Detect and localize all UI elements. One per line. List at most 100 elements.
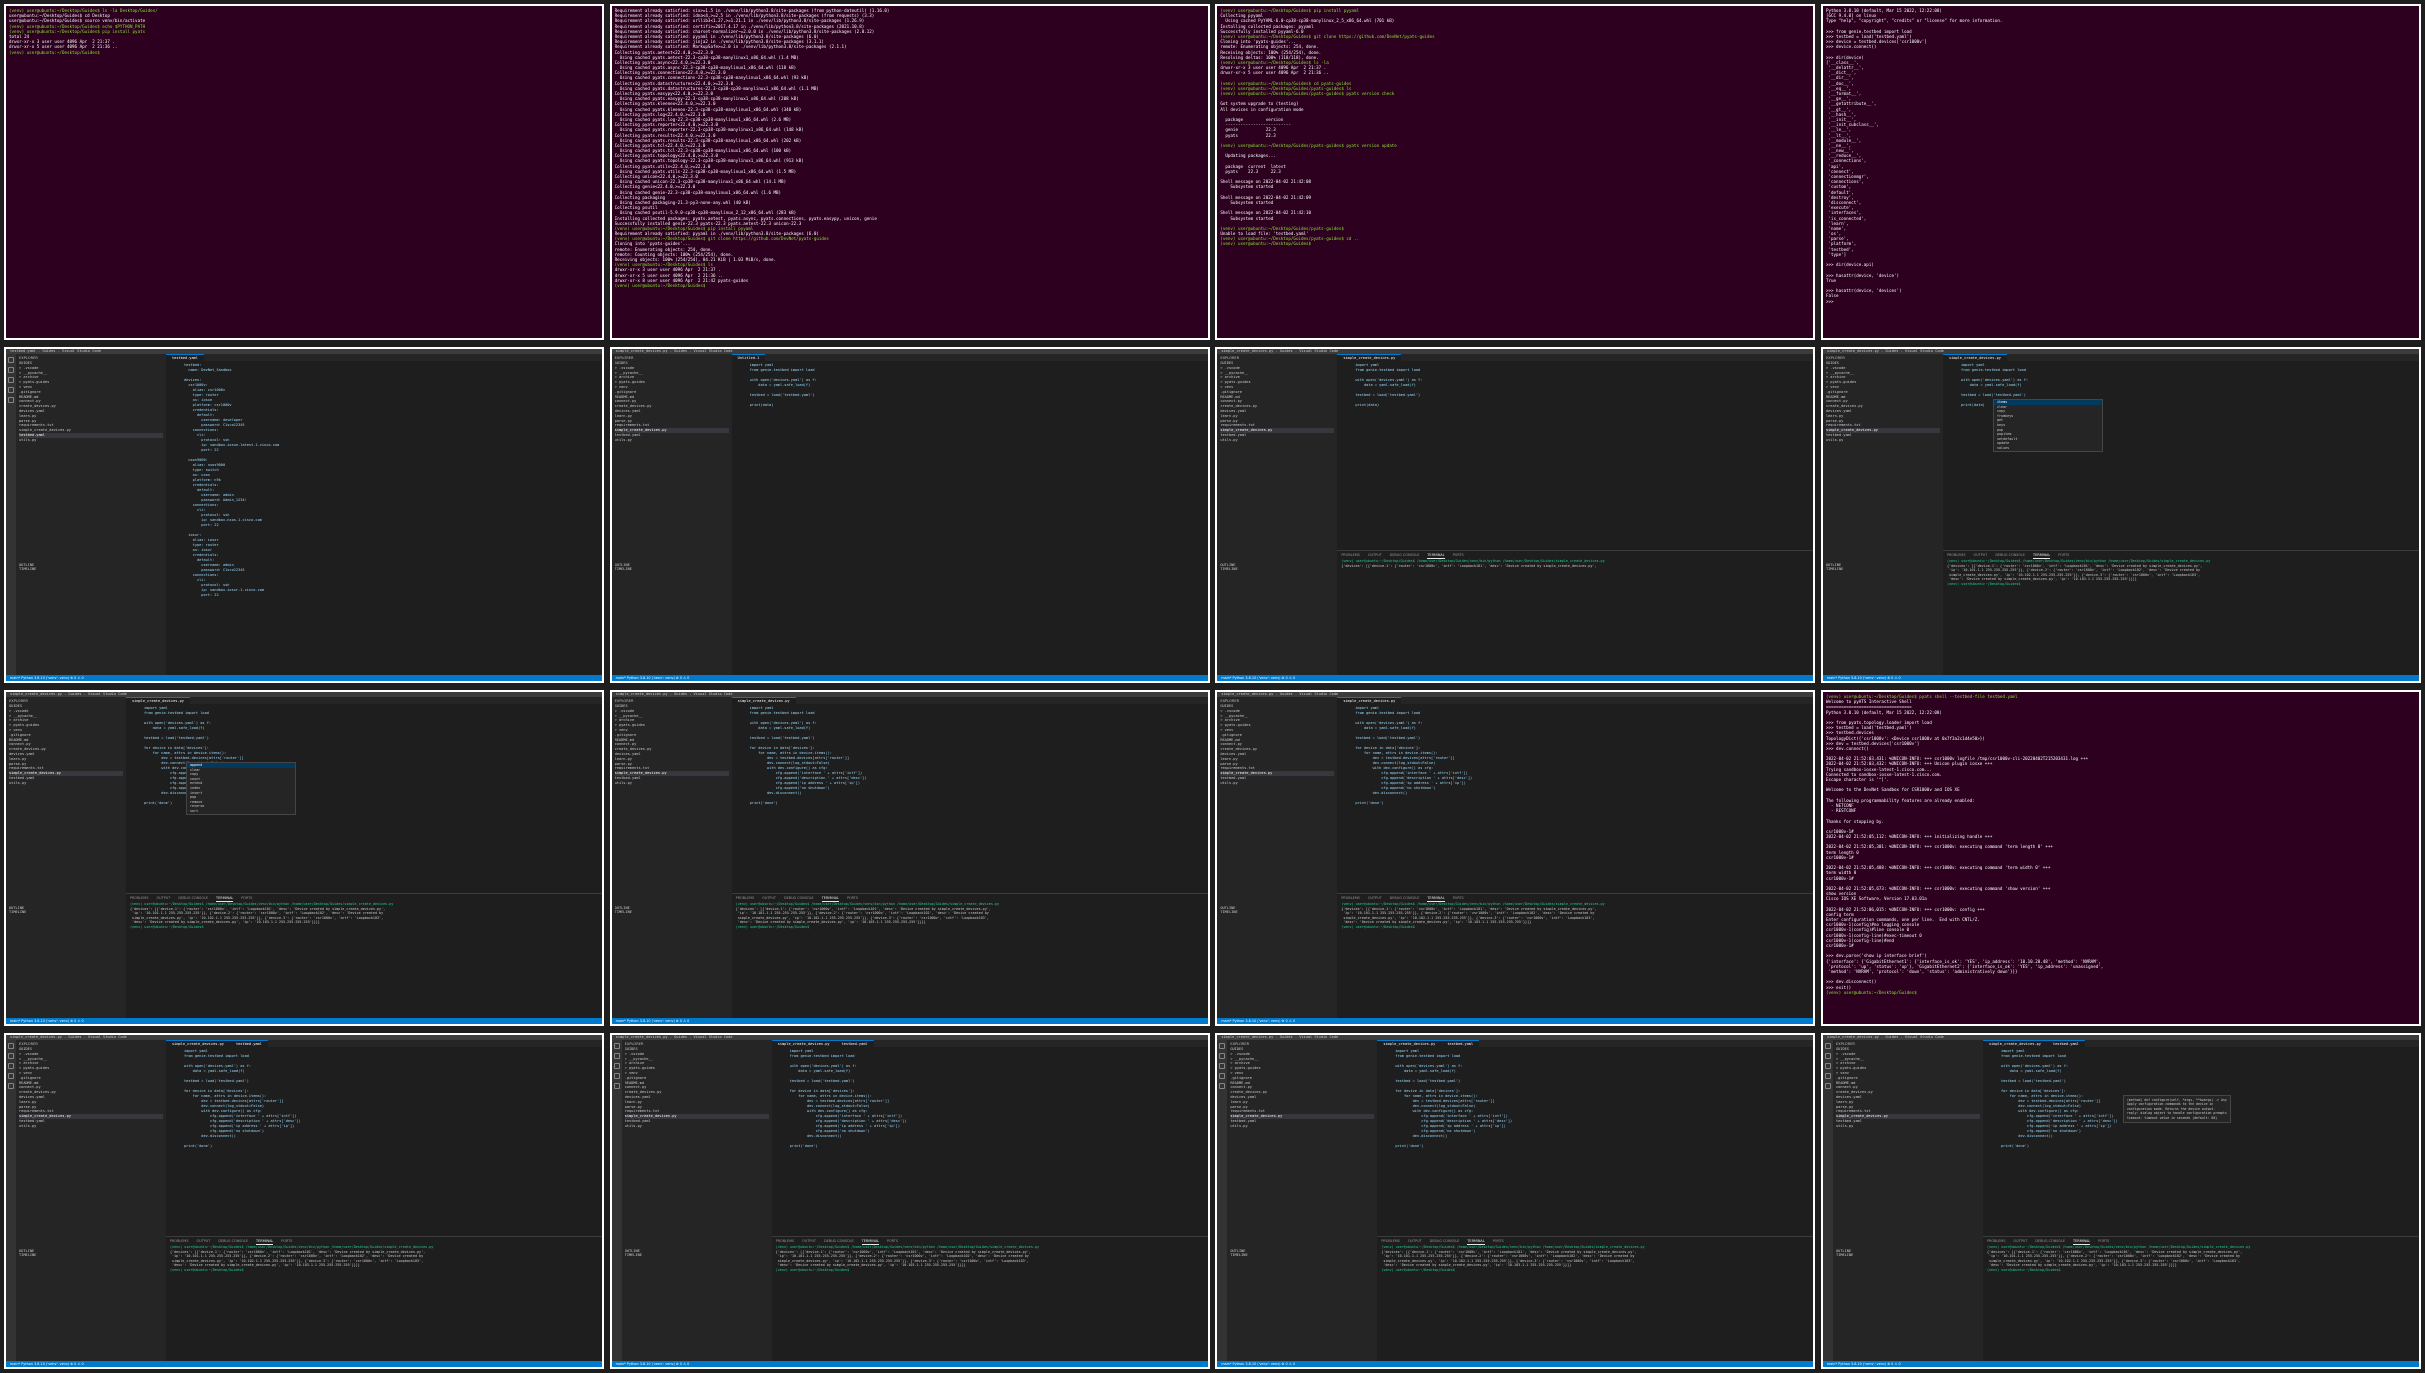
code-editor[interactable]: import yaml from genie.testbed import loa… — [1337, 361, 1813, 408]
search-icon[interactable] — [8, 367, 14, 373]
editor-tab[interactable]: Untitled-1 — [731, 354, 766, 361]
code-editor[interactable]: testbed: name: DevNet_Sandbox devices: cs… — [166, 361, 602, 598]
run-debug-icon[interactable] — [1219, 1073, 1226, 1079]
terminal-frame-4[interactable]: Python 3.8.10 (default, Mar 15 2022, 12:… — [1820, 4, 2421, 340]
source-control-icon[interactable] — [8, 377, 14, 383]
vscode-frame-14[interactable]: simple_create_devices.py - Guides - Visu… — [609, 1033, 1210, 1369]
code-editor[interactable]: import yaml from genie.testbed import loa… — [772, 1047, 1208, 1149]
timeline-section[interactable]: TIMELINE — [615, 910, 729, 915]
editor-area[interactable]: simple_create_devices.py testbed.yaml impo… — [771, 1040, 1208, 1230]
timeline-section[interactable]: TIMELINE — [19, 1253, 163, 1258]
editor-tab[interactable]: simple_create_devices.py — [126, 697, 190, 704]
explorer-item[interactable]: utils.py — [625, 1124, 769, 1129]
explorer-icon[interactable] — [613, 1043, 620, 1049]
autocomplete-item[interactable]: values — [1994, 446, 2102, 451]
search-icon[interactable] — [1824, 1053, 1831, 1059]
run-debug-icon[interactable] — [8, 387, 14, 393]
editor-tab[interactable]: simple_create_devices.py — [1982, 1040, 2047, 1047]
terminal-frame-12[interactable]: (venv) user@ubuntu:~/Desktop/Guides$ pya… — [1820, 690, 2421, 1026]
timeline-section[interactable]: TIMELINE — [1826, 567, 1940, 572]
explorer-item[interactable]: utils.py — [615, 781, 729, 786]
editor-tab[interactable]: simple_create_devices.py — [1337, 354, 1402, 361]
timeline-section[interactable]: TIMELINE — [9, 910, 123, 915]
vscode-frame-16[interactable]: simple_create_devices.py - Guides - Visu… — [1820, 1033, 2421, 1369]
editor-tab[interactable]: simple_create_devices.py — [1942, 354, 2007, 361]
editor-area[interactable]: simple_create_devices.py import yaml from … — [1337, 354, 1814, 544]
vscode-frame-7[interactable]: simple_create_devices.py - Guides - Visu… — [1215, 347, 1816, 683]
terminal-panel[interactable]: PROBLEMS OUTPUT DEBUG CONSOLE TERMINAL PORTS… — [1337, 550, 1814, 675]
terminal-frame-2[interactable]: Requirement already satisfied: six>=1.5 … — [609, 4, 1210, 340]
terminal-panel[interactable]: PROBLEMS OUTPUT DEBUG CONSOLE TERMINAL PORTS… — [731, 893, 1208, 1018]
editor-tab[interactable]: testbed.yaml — [2046, 1040, 2085, 1047]
terminal-panel[interactable]: PROBLEMS OUTPUT DEBUG CONSOLE TERMINAL PORTS… — [166, 1236, 602, 1361]
editor-tab[interactable]: testbed.yaml — [229, 1040, 268, 1047]
terminal-panel[interactable]: PROBLEMS OUTPUT DEBUG CONSOLE TERMINAL PORTS… — [126, 893, 602, 1018]
extensions-icon[interactable] — [8, 1083, 14, 1089]
editor-tab[interactable]: simple_create_devices.py — [771, 1040, 836, 1047]
extensions-icon[interactable] — [613, 1083, 620, 1089]
vscode-frame-9[interactable]: simple_create_devices.py - Guides - Visu… — [4, 690, 604, 1026]
explorer-icon[interactable] — [8, 1043, 14, 1049]
autocomplete-item[interactable]: sort — [187, 809, 295, 814]
run-debug-icon[interactable] — [1824, 1073, 1831, 1079]
explorer-item[interactable]: utils.py — [9, 781, 123, 786]
editor-area[interactable]: simple_create_devices.py import yaml from … — [731, 697, 1208, 887]
editor-area[interactable]: testbed.yaml testbed: name: DevNet_Sandbo… — [166, 354, 602, 674]
timeline-section[interactable]: TIMELINE — [1230, 1253, 1374, 1258]
terminal-panel[interactable]: PROBLEMS OUTPUT DEBUG CONSOLE TERMINAL PORTS… — [1942, 550, 2419, 675]
explorer-item[interactable]: utils.py — [1220, 781, 1334, 786]
explorer-item[interactable]: utils.py — [615, 438, 729, 443]
editor-tab[interactable]: testbed.yaml — [835, 1040, 874, 1047]
terminal-panel[interactable]: PROBLEMS OUTPUT DEBUG CONSOLE TERMINAL PORTS… — [1982, 1236, 2419, 1361]
vscode-frame-15[interactable]: simple_create_devices.py - Guides - Visu… — [1215, 1033, 1816, 1369]
code-editor[interactable]: import yaml from genie.testbed import loa… — [732, 361, 1208, 408]
autocomplete-popup[interactable]: append clear copy count extend index insert pop… — [186, 762, 296, 815]
explorer-icon[interactable] — [1824, 1043, 1831, 1049]
source-control-icon[interactable] — [1219, 1063, 1226, 1069]
extensions-icon[interactable] — [8, 397, 14, 403]
explorer-item[interactable]: utils.py — [1826, 438, 1940, 443]
extensions-icon[interactable] — [1824, 1083, 1831, 1089]
explorer-item[interactable]: utils.py — [1230, 1124, 1374, 1129]
vscode-frame-10[interactable]: simple_create_devices.py - Guides - Visu… — [609, 690, 1210, 1026]
vscode-frame-5[interactable]: testbed.yaml - Guides - Visual Studio Co… — [4, 347, 604, 683]
explorer-item[interactable]: utils.py — [1836, 1124, 1980, 1129]
run-debug-icon[interactable] — [613, 1073, 620, 1079]
autocomplete-popup[interactable]: items clear copy fromkeys get keys pop popitem s… — [1992, 399, 2103, 452]
timeline-section[interactable]: TIMELINE — [615, 567, 729, 572]
search-icon[interactable] — [1219, 1053, 1226, 1059]
timeline-section[interactable]: TIMELINE — [1220, 567, 1334, 572]
search-icon[interactable] — [613, 1053, 620, 1059]
extensions-icon[interactable] — [1219, 1083, 1226, 1089]
editor-area[interactable]: simple_create_devices.py testbed.yaml impo… — [166, 1040, 602, 1230]
vscode-frame-11[interactable]: simple_create_devices.py - Guides - Visu… — [1215, 690, 1816, 1026]
vscode-frame-13[interactable]: simple_create_devices.py - Guides - Visu… — [4, 1033, 604, 1369]
vscode-frame-6[interactable]: simple_create_devices.py - Guides - Visu… — [609, 347, 1210, 683]
terminal-frame-3[interactable]: (venv) user@ubuntu:~/Desktop/Guides$ pip… — [1215, 4, 1816, 340]
editor-area[interactable]: Untitled-1 import yaml from genie.testbed … — [731, 354, 1208, 674]
editor-tab[interactable]: testbed.yaml — [166, 354, 204, 361]
explorer-item[interactable]: utils.py — [19, 1124, 163, 1129]
code-editor[interactable]: import yaml from genie.testbed import loa… — [732, 704, 1208, 806]
explorer-item[interactable]: utils.py — [19, 438, 163, 443]
editor-tab[interactable]: simple_create_devices.py — [166, 1040, 230, 1047]
editor-tab[interactable]: simple_create_devices.py — [731, 697, 796, 704]
editor-area[interactable]: simple_create_devices.py import yaml from … — [1337, 697, 1814, 887]
explorer-item[interactable]: utils.py — [1220, 438, 1334, 443]
terminal-panel[interactable]: PROBLEMS OUTPUT DEBUG CONSOLE TERMINAL PORTS… — [771, 1236, 1208, 1361]
search-icon[interactable] — [8, 1053, 14, 1059]
editor-tab[interactable]: testbed.yaml — [1441, 1040, 1480, 1047]
explorer-icon[interactable] — [1219, 1043, 1226, 1049]
timeline-section[interactable]: TIMELINE — [1220, 910, 1334, 915]
run-debug-icon[interactable] — [8, 1073, 14, 1079]
source-control-icon[interactable] — [613, 1063, 620, 1069]
editor-tab[interactable]: simple_create_devices.py — [1337, 697, 1402, 704]
explorer-icon[interactable] — [8, 357, 14, 363]
code-editor[interactable]: import yaml from genie.testbed import loa… — [166, 1047, 602, 1149]
timeline-section[interactable]: TIMELINE — [19, 567, 163, 572]
editor-tab[interactable]: simple_create_devices.py — [1377, 1040, 1442, 1047]
source-control-icon[interactable] — [1824, 1063, 1831, 1069]
source-control-icon[interactable] — [8, 1063, 14, 1069]
editor-area[interactable]: simple_create_devices.py testbed.yaml impo… — [1982, 1040, 2419, 1230]
terminal-panel[interactable]: PROBLEMS OUTPUT DEBUG CONSOLE TERMINAL PORTS… — [1337, 893, 1814, 1018]
